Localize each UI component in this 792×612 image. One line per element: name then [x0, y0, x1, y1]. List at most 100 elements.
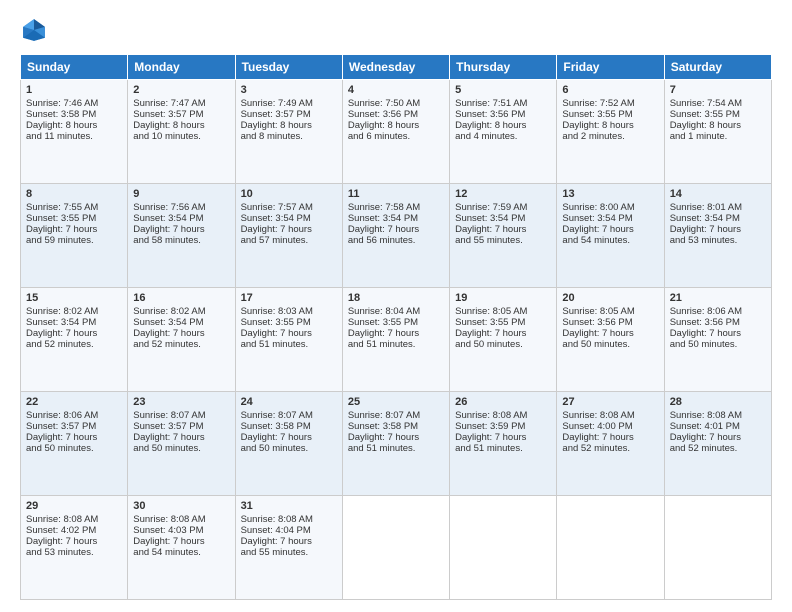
- calendar-cell: 12Sunrise: 7:59 AMSunset: 3:54 PMDayligh…: [450, 184, 557, 288]
- day-number: 24: [241, 396, 337, 408]
- calendar-cell: 8Sunrise: 7:55 AMSunset: 3:55 PMDaylight…: [21, 184, 128, 288]
- day-info-line: Sunset: 3:56 PM: [670, 317, 766, 328]
- day-info-line: Sunset: 3:54 PM: [133, 317, 229, 328]
- calendar-cell: 21Sunrise: 8:06 AMSunset: 3:56 PMDayligh…: [664, 288, 771, 392]
- day-number: 29: [26, 500, 122, 512]
- day-number: 4: [348, 84, 444, 96]
- day-info-line: Sunrise: 8:08 AM: [26, 514, 122, 525]
- day-info-line: Sunrise: 8:08 AM: [455, 410, 551, 421]
- day-info-line: Daylight: 8 hours: [562, 120, 658, 131]
- day-info-line: Sunset: 4:02 PM: [26, 525, 122, 536]
- day-number: 14: [670, 188, 766, 200]
- calendar-cell: 18Sunrise: 8:04 AMSunset: 3:55 PMDayligh…: [342, 288, 449, 392]
- day-info-line: Sunrise: 8:05 AM: [455, 306, 551, 317]
- day-info-line: and 57 minutes.: [241, 235, 337, 246]
- day-info-line: Sunrise: 7:55 AM: [26, 202, 122, 213]
- day-info-line: and 10 minutes.: [133, 131, 229, 142]
- calendar-cell: 7Sunrise: 7:54 AMSunset: 3:55 PMDaylight…: [664, 80, 771, 184]
- day-info-line: Daylight: 7 hours: [562, 432, 658, 443]
- day-info-line: and 2 minutes.: [562, 131, 658, 142]
- calendar-cell: 24Sunrise: 8:07 AMSunset: 3:58 PMDayligh…: [235, 392, 342, 496]
- day-info-line: Sunset: 3:58 PM: [241, 421, 337, 432]
- day-info-line: Daylight: 7 hours: [670, 432, 766, 443]
- day-number: 5: [455, 84, 551, 96]
- day-info-line: Sunset: 3:57 PM: [133, 109, 229, 120]
- day-number: 27: [562, 396, 658, 408]
- calendar-cell: 5Sunrise: 7:51 AMSunset: 3:56 PMDaylight…: [450, 80, 557, 184]
- day-info-line: and 51 minutes.: [455, 443, 551, 454]
- day-info-line: and 51 minutes.: [348, 339, 444, 350]
- day-info-line: Daylight: 7 hours: [241, 224, 337, 235]
- day-info-line: and 52 minutes.: [133, 339, 229, 350]
- logo: [20, 16, 52, 44]
- day-info-line: Sunset: 3:58 PM: [26, 109, 122, 120]
- day-info-line: Sunset: 4:01 PM: [670, 421, 766, 432]
- weekday-header-saturday: Saturday: [664, 55, 771, 80]
- weekday-header-row: SundayMondayTuesdayWednesdayThursdayFrid…: [21, 55, 772, 80]
- calendar-week-1: 1Sunrise: 7:46 AMSunset: 3:58 PMDaylight…: [21, 80, 772, 184]
- day-info-line: Daylight: 7 hours: [455, 432, 551, 443]
- day-info-line: Daylight: 7 hours: [133, 432, 229, 443]
- calendar-week-4: 22 Sunrise: 8:06 AMSunset: 3:57 PM Dayligh…: [21, 392, 772, 496]
- day-info-line: Daylight: 7 hours: [26, 328, 122, 339]
- day-info-line: Sunset: 3:57 PM: [26, 421, 122, 432]
- day-info-line: Daylight: 8 hours: [455, 120, 551, 131]
- day-info-line: Sunset: 3:54 PM: [562, 213, 658, 224]
- day-info-line: Daylight: 7 hours: [133, 328, 229, 339]
- day-info-line: and 51 minutes.: [241, 339, 337, 350]
- day-info-line: Sunrise: 8:06 AM: [26, 410, 122, 421]
- day-info-line: Sunrise: 8:08 AM: [670, 410, 766, 421]
- day-info-line: Sunrise: 7:51 AM: [455, 98, 551, 109]
- calendar-header: SundayMondayTuesdayWednesdayThursdayFrid…: [21, 55, 772, 80]
- day-info-line: Daylight: 7 hours: [133, 224, 229, 235]
- day-info-line: Sunset: 3:55 PM: [455, 317, 551, 328]
- day-info-line: and 54 minutes.: [562, 235, 658, 246]
- day-number: 22: [26, 396, 122, 408]
- day-info-line: Sunrise: 8:07 AM: [241, 410, 337, 421]
- calendar-cell: 14Sunrise: 8:01 AMSunset: 3:54 PMDayligh…: [664, 184, 771, 288]
- day-info-line: Sunset: 3:55 PM: [26, 213, 122, 224]
- day-number: 12: [455, 188, 551, 200]
- calendar-cell: 26Sunrise: 8:08 AMSunset: 3:59 PMDayligh…: [450, 392, 557, 496]
- day-info-line: and 59 minutes.: [26, 235, 122, 246]
- day-info-line: and 50 minutes.: [133, 443, 229, 454]
- day-info-line: Sunset: 3:54 PM: [670, 213, 766, 224]
- day-info-line: Daylight: 7 hours: [348, 432, 444, 443]
- weekday-header-tuesday: Tuesday: [235, 55, 342, 80]
- day-info-line: Daylight: 7 hours: [670, 328, 766, 339]
- calendar-cell: [450, 496, 557, 600]
- day-info-line: and 50 minutes.: [455, 339, 551, 350]
- day-info-line: and 58 minutes.: [133, 235, 229, 246]
- weekday-header-wednesday: Wednesday: [342, 55, 449, 80]
- day-info-line: and 53 minutes.: [670, 235, 766, 246]
- day-number: 16: [133, 292, 229, 304]
- day-number: 18: [348, 292, 444, 304]
- day-number: 28: [670, 396, 766, 408]
- day-info-line: Daylight: 8 hours: [241, 120, 337, 131]
- day-info-line: Sunrise: 8:02 AM: [133, 306, 229, 317]
- day-info-line: Sunrise: 7:49 AM: [241, 98, 337, 109]
- day-info-line: Sunrise: 7:46 AM: [26, 98, 122, 109]
- calendar-cell: 1Sunrise: 7:46 AMSunset: 3:58 PMDaylight…: [21, 80, 128, 184]
- day-info-line: Sunset: 3:55 PM: [348, 317, 444, 328]
- day-info-line: Sunrise: 7:54 AM: [670, 98, 766, 109]
- day-info-line: Sunrise: 8:08 AM: [241, 514, 337, 525]
- calendar-cell: 3Sunrise: 7:49 AMSunset: 3:57 PMDaylight…: [235, 80, 342, 184]
- page: SundayMondayTuesdayWednesdayThursdayFrid…: [0, 0, 792, 612]
- day-info-line: and 52 minutes.: [670, 443, 766, 454]
- day-info-line: Daylight: 7 hours: [562, 328, 658, 339]
- day-info-line: Daylight: 8 hours: [670, 120, 766, 131]
- weekday-header-friday: Friday: [557, 55, 664, 80]
- calendar-cell: 25Sunrise: 8:07 AMSunset: 3:58 PMDayligh…: [342, 392, 449, 496]
- calendar-cell: 4Sunrise: 7:50 AMSunset: 3:56 PMDaylight…: [342, 80, 449, 184]
- day-info-line: Sunset: 3:54 PM: [455, 213, 551, 224]
- day-number: 26: [455, 396, 551, 408]
- calendar-cell: 15Sunrise: 8:02 AMSunset: 3:54 PMDayligh…: [21, 288, 128, 392]
- day-info-line: Sunset: 3:57 PM: [241, 109, 337, 120]
- day-info-line: Daylight: 7 hours: [455, 328, 551, 339]
- calendar-week-3: 15Sunrise: 8:02 AMSunset: 3:54 PMDayligh…: [21, 288, 772, 392]
- calendar-cell: 9Sunrise: 7:56 AMSunset: 3:54 PMDaylight…: [128, 184, 235, 288]
- calendar-cell: 31Sunrise: 8:08 AMSunset: 4:04 PMDayligh…: [235, 496, 342, 600]
- day-info-line: Daylight: 7 hours: [348, 224, 444, 235]
- day-number: 6: [562, 84, 658, 96]
